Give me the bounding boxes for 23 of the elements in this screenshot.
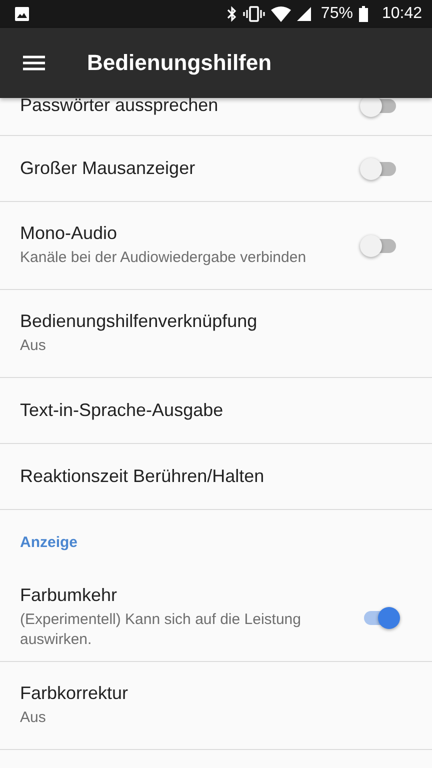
bluetooth-icon — [226, 6, 237, 22]
battery-percentage: 75% — [320, 5, 353, 23]
image-icon — [14, 6, 30, 22]
clock: 10:42 — [382, 5, 422, 23]
setting-title[interactable]: Mono-Audio — [20, 223, 118, 244]
setting-title[interactable]: Großer Mausanzeiger — [20, 158, 196, 179]
setting-title[interactable]: Passwörter aussprechen — [20, 98, 218, 116]
menu-icon[interactable] — [22, 53, 46, 73]
setting-title[interactable]: Text-in-Sprache-Ausgabe — [20, 400, 224, 421]
setting-summary: Kanäle bei der Audiowiedergabe verbinden — [20, 248, 308, 268]
screen-title: Bedienungshilfen — [87, 50, 272, 76]
setting-title[interactable]: Bedienungshilfenverknüpfung — [20, 311, 258, 332]
setting-title[interactable]: Reaktionszeit Berühren/Halten — [20, 466, 264, 487]
vibrate-icon — [242, 6, 265, 22]
setting-summary: (Experimentell) Kann sich auf die Leistung auswirken. — [20, 610, 302, 650]
section-header: Anzeige — [20, 534, 78, 550]
setting-summary: Aus — [20, 336, 47, 356]
setting-title[interactable]: Farbkorrektur — [20, 683, 128, 704]
setting-summary: Aus — [20, 708, 47, 728]
setting-title[interactable]: Farbumkehr — [20, 585, 118, 606]
wifi-icon — [270, 6, 291, 22]
battery-icon — [358, 6, 368, 22]
signal-icon — [296, 7, 311, 21]
